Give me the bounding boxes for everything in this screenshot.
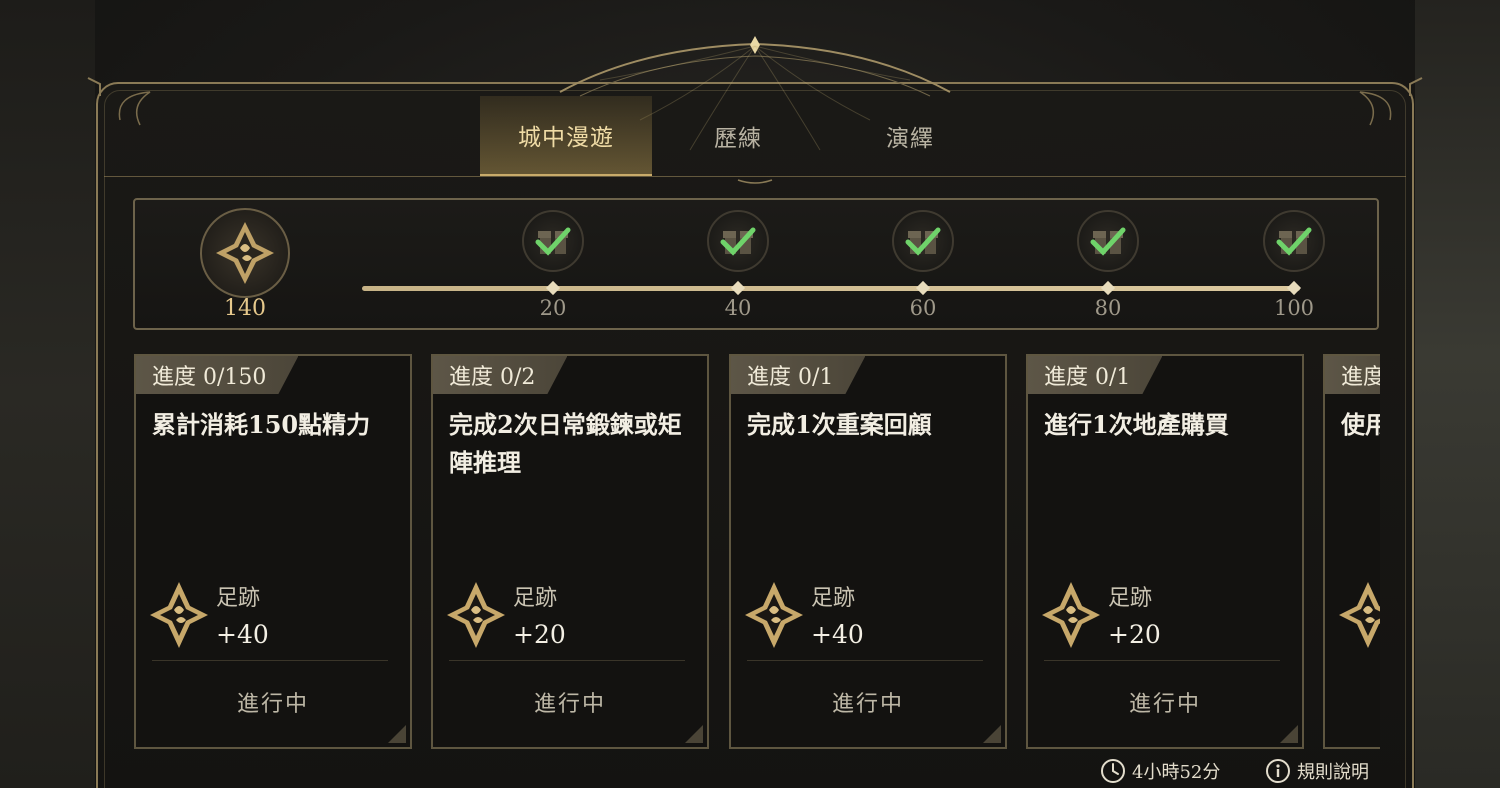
timer-text: 4小時52分 <box>1132 762 1221 783</box>
tab-experience[interactable]: 歷練 <box>652 96 824 176</box>
task-title: 使用 <box>1341 410 1380 439</box>
gift-claimed-icon[interactable] <box>892 210 954 272</box>
gift-claimed-icon[interactable] <box>707 210 769 272</box>
task-card[interactable]: 進度 0/150 累計消耗150點精力 足跡 +40 進行中 <box>134 354 412 749</box>
footprint-reward-icon <box>447 582 505 648</box>
card-divider <box>747 660 983 661</box>
reward-value: +20 <box>513 620 566 649</box>
tab-city-roaming[interactable]: 城中漫遊 <box>480 96 652 176</box>
task-card-partial[interactable]: 進度 使用 <box>1323 354 1380 749</box>
footprint-emblem-icon <box>200 208 290 298</box>
footprint-reward-icon <box>150 582 208 648</box>
clock-icon <box>1101 759 1125 783</box>
card-divider <box>449 660 685 661</box>
milestone-label: 100 <box>1273 296 1315 320</box>
progress-track <box>362 286 1300 291</box>
task-status[interactable]: 進行中 <box>136 686 410 718</box>
task-progress-badge: 進度 0/2 <box>433 356 567 394</box>
milestone-label: 40 <box>724 296 752 320</box>
task-progress-badge: 進度 0/1 <box>1028 356 1162 394</box>
task-status[interactable]: 進行中 <box>433 686 707 718</box>
rules-button[interactable]: 規則說明 <box>1265 758 1369 784</box>
card-divider <box>152 660 388 661</box>
tab-label: 城中漫遊 <box>518 125 614 151</box>
footprint-reward-icon <box>745 582 803 648</box>
task-card[interactable]: 進度 0/2 完成2次日常鍛鍊或矩陣推理 足跡 +20 進行中 <box>431 354 709 749</box>
task-progress-badge: 進度 0/150 <box>136 356 298 394</box>
milestone-label: 80 <box>1094 296 1122 320</box>
card-divider <box>1044 660 1280 661</box>
reward-value: +40 <box>216 620 269 649</box>
task-progress-badge: 進度 <box>1325 356 1380 394</box>
rules-text: 規則說明 <box>1297 762 1369 783</box>
gift-claimed-icon[interactable] <box>522 210 584 272</box>
task-status[interactable]: 進行中 <box>1028 686 1302 718</box>
reward-label: 足跡 <box>811 586 856 611</box>
reward-label: 足跡 <box>513 586 558 611</box>
current-points: 140 <box>224 296 266 321</box>
info-icon <box>1266 759 1290 783</box>
milestone-label: 20 <box>539 296 567 320</box>
task-card-list[interactable]: 進度 0/150 累計消耗150點精力 足跡 +40 進行中 進度 0/2 完成… <box>134 354 1380 750</box>
reward-label: 足跡 <box>216 586 261 611</box>
task-progress-badge: 進度 0/1 <box>731 356 865 394</box>
task-title: 累計消耗150點精力 <box>152 410 371 439</box>
tab-label: 歷練 <box>714 126 762 152</box>
footprint-reward-icon <box>1339 582 1380 648</box>
task-title: 完成1次重案回顧 <box>747 410 932 439</box>
gift-claimed-icon[interactable] <box>1263 210 1325 272</box>
task-status[interactable]: 進行中 <box>731 686 1005 718</box>
tab-bar: 城中漫遊 歷練 演繹 <box>480 96 996 176</box>
milestone-label: 60 <box>909 296 937 320</box>
tab-label: 演繹 <box>886 126 934 152</box>
background-right <box>1415 0 1500 788</box>
tab-divider <box>104 176 1406 177</box>
gift-claimed-icon[interactable] <box>1077 210 1139 272</box>
task-title: 進行1次地產購買 <box>1044 410 1229 439</box>
footprint-reward-icon <box>1042 582 1100 648</box>
task-card[interactable]: 進度 0/1 進行1次地產購買 足跡 +20 進行中 <box>1026 354 1304 749</box>
reward-value: +40 <box>811 620 864 649</box>
reward-value: +20 <box>1108 620 1161 649</box>
tab-deduction[interactable]: 演繹 <box>824 96 996 176</box>
reset-timer: 4小時52分 <box>1100 758 1220 784</box>
task-card[interactable]: 進度 0/1 完成1次重案回顧 足跡 +40 進行中 <box>729 354 1007 749</box>
background-left <box>0 0 95 788</box>
reward-label: 足跡 <box>1108 586 1153 611</box>
task-title: 完成2次日常鍛鍊或矩陣推理 <box>449 410 682 477</box>
